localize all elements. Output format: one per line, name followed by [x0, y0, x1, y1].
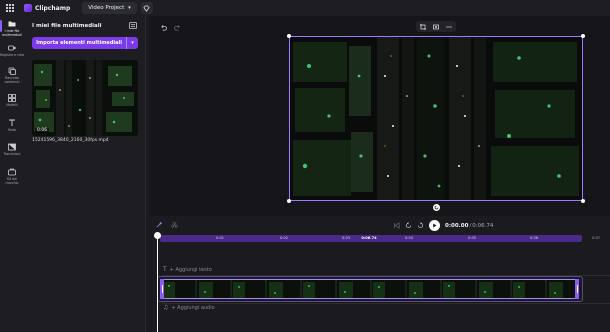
crop-icon[interactable]	[419, 23, 426, 30]
split-scissors-icon[interactable]	[171, 221, 178, 228]
resize-handle-bottom-right[interactable]	[581, 199, 585, 203]
track-divider	[162, 303, 610, 304]
preview-floating-toolbar	[416, 21, 456, 32]
project-name-button[interactable]: Video Project ▾	[82, 2, 137, 14]
rewind-5s-icon[interactable]	[405, 222, 412, 229]
rail-item-record[interactable]: Registra e crea	[0, 44, 24, 57]
library-icon	[8, 67, 16, 75]
rail-item-content-library[interactable]: Raccolta contenuti	[0, 67, 24, 84]
rail-item-text[interactable]: Testo	[0, 119, 24, 132]
templates-icon	[8, 94, 16, 102]
rotate-icon[interactable]	[433, 204, 440, 211]
forward-5s-icon[interactable]	[417, 222, 424, 229]
ruler-end-marker: 0:06.74	[361, 236, 377, 240]
ruler-tick: 0:05	[467, 236, 477, 240]
play-button[interactable]	[429, 220, 440, 231]
aerial-road-video-frame	[289, 36, 583, 201]
transitions-icon	[8, 143, 16, 151]
playback-controls: 0:00.00 / 0:06.74	[150, 218, 610, 232]
rail-item-label: I miei file multimediali	[2, 29, 22, 37]
rail-item-templates[interactable]: Modelli	[0, 94, 24, 107]
camera-icon	[8, 45, 16, 51]
rail-item-label: Transizioni	[3, 152, 21, 156]
preview-stage	[150, 16, 610, 216]
project-name: Video Project	[88, 5, 125, 11]
ruler-tick: 0:04	[404, 236, 414, 240]
rail-item-label: Raccolta contenuti	[4, 76, 20, 84]
chevron-down-icon: ▾	[128, 5, 131, 11]
text-icon: T	[163, 266, 167, 273]
rail-item-label: Registra e crea	[0, 53, 25, 57]
rail-item-label: Testo	[7, 128, 17, 132]
add-text-label: + Aggiungi testo	[169, 266, 212, 273]
aerial-road-thumbnail-image	[32, 60, 138, 136]
clipchamp-editor: Clipchamp Video Project ▾ I miei file mu…	[0, 0, 610, 332]
clipchamp-logo-icon	[24, 4, 32, 12]
magic-edit-icon[interactable]	[156, 221, 163, 228]
media-duration: 0:06	[35, 128, 50, 133]
ruler-tick: 0:02	[279, 236, 289, 240]
playhead[interactable]	[157, 232, 158, 332]
app-logo: Clipchamp	[24, 4, 70, 12]
folder-icon	[8, 21, 16, 27]
skip-back-icon[interactable]	[393, 222, 400, 229]
time-separator: /	[469, 222, 472, 229]
playhead-handle[interactable]	[154, 232, 161, 239]
add-audio-label: + Aggiungi audio	[171, 304, 215, 311]
total-time: 0:06.74	[472, 222, 494, 229]
video-preview[interactable]	[289, 36, 583, 201]
ruler-tick: 0:06	[529, 236, 539, 240]
timeline-ruler[interactable]: 0:01 0:02 0:03 0:04 0:05 0:06 0:06.74	[160, 235, 582, 242]
fit-icon[interactable]	[433, 24, 439, 30]
media-thumbnail[interactable]: 0:06	[32, 60, 138, 136]
ruler-tick: 0:01	[215, 236, 225, 240]
text-icon	[9, 119, 15, 126]
redo-icon[interactable]	[174, 24, 181, 31]
rail-item-label: Modelli	[6, 103, 18, 107]
ruler-tick: 0:03	[341, 236, 351, 240]
media-panel-title: I miei file multimediali	[32, 23, 102, 29]
add-audio-track[interactable]: ♫ + Aggiungi audio	[163, 304, 215, 311]
rail-item-label: Kit del marchio	[5, 177, 19, 185]
add-text-track[interactable]: T + Aggiungi testo	[163, 266, 212, 273]
left-nav-rail: I miei file multimediali Registra e crea…	[0, 16, 24, 332]
clip-trim-handle-right[interactable]	[575, 279, 579, 299]
more-icon[interactable]	[446, 24, 452, 30]
resize-handle-bottom-left[interactable]	[287, 199, 291, 203]
rail-item-brand-kit[interactable]: Kit del marchio	[0, 168, 24, 185]
import-media-label: Importa elementi multimediali	[36, 40, 122, 46]
undo-icon[interactable]	[160, 24, 167, 31]
play-icon	[433, 223, 437, 228]
chevron-down-icon[interactable]: ▾	[126, 37, 138, 49]
brand-kit-icon	[8, 168, 16, 176]
current-time: 0:00.00	[445, 222, 469, 229]
collapse-panel-icon[interactable]	[129, 22, 137, 29]
import-media-button[interactable]: Importa elementi multimediali ▾	[32, 37, 138, 49]
video-clip[interactable]	[160, 279, 579, 299]
media-filename: 15241596_3840_2160_30fps.mp4	[32, 138, 109, 143]
rail-item-my-media[interactable]: I miei file multimediali	[0, 20, 24, 37]
media-panel: I miei file multimediali Importa element…	[24, 16, 162, 332]
rail-item-transitions[interactable]: Transizioni	[0, 143, 24, 156]
clip-trim-handle-left[interactable]	[160, 279, 164, 299]
apps-grid-icon[interactable]	[0, 0, 20, 16]
top-bar: Clipchamp Video Project ▾	[0, 0, 610, 16]
ruler-tick-end: 0:07	[591, 236, 601, 240]
resize-handle-top-right[interactable]	[581, 34, 585, 38]
music-note-icon: ♫	[163, 304, 169, 311]
premium-gem-icon[interactable]	[140, 2, 153, 14]
resize-handle-top-left[interactable]	[287, 34, 291, 38]
clip-filmstrip	[161, 280, 578, 298]
app-name: Clipchamp	[35, 4, 71, 12]
